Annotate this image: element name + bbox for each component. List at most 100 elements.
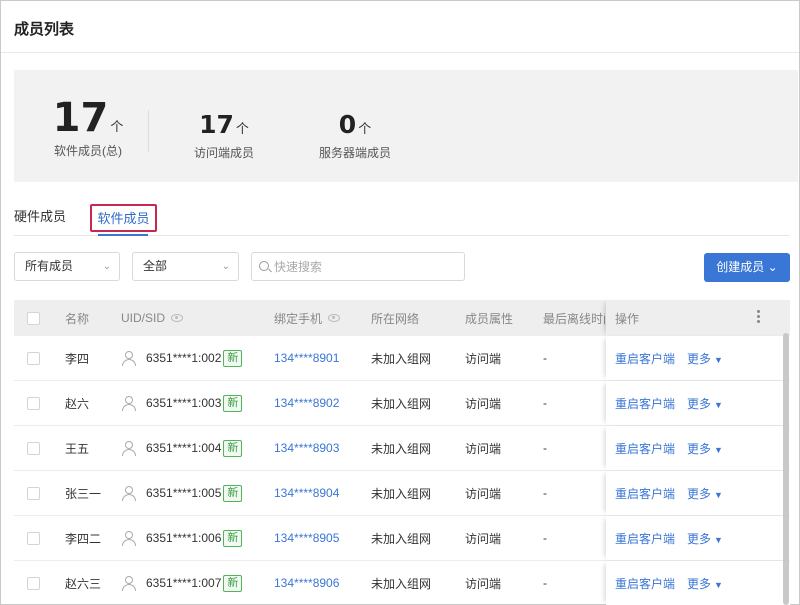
more-actions-dropdown[interactable]: 更多 ▼ bbox=[687, 485, 723, 502]
stat-total-label: 软件成员(总) bbox=[54, 144, 122, 158]
member-uid: 6351****1:007 bbox=[146, 576, 222, 590]
row-checkbox-cell bbox=[27, 561, 40, 605]
stat-access: 17 个 访问端成员 bbox=[184, 112, 264, 161]
row-checkbox[interactable] bbox=[27, 351, 40, 365]
more-actions-dropdown[interactable]: 更多 ▼ bbox=[687, 395, 723, 412]
table-row: 张三一 6351****1:005 新 134****8904 未加入组网 访问端 - 重启客… bbox=[14, 471, 790, 516]
member-attribute: 访问端 bbox=[465, 531, 502, 546]
row-checkbox[interactable] bbox=[27, 441, 40, 455]
new-badge: 新 bbox=[223, 394, 243, 412]
more-actions-dropdown[interactable]: 更多 ▼ bbox=[687, 575, 723, 592]
header-name: 名称 bbox=[65, 311, 90, 326]
restart-client-link[interactable]: 重启客户端 bbox=[615, 530, 675, 547]
status-select[interactable]: 全部 ⌄ bbox=[132, 252, 239, 281]
caret-down-icon: ▼ bbox=[714, 579, 723, 590]
tab-hardware-members[interactable]: 硬件成员 bbox=[14, 202, 66, 232]
member-network: 未加入组网 bbox=[371, 396, 432, 411]
create-member-button[interactable]: 创建成员 ⌄ bbox=[704, 253, 790, 282]
table-body: 李四 6351****1:002 新 134****8901 未加入组网 访问端 - 重启客户… bbox=[14, 336, 790, 605]
user-icon bbox=[122, 485, 136, 501]
caret-down-icon: ▼ bbox=[714, 489, 723, 500]
new-badge: 新 bbox=[223, 574, 243, 592]
member-last-offline: - bbox=[543, 396, 547, 410]
tab-software-members[interactable]: 软件成员 bbox=[90, 204, 157, 232]
member-last-offline: - bbox=[543, 351, 547, 365]
member-attribute: 访问端 bbox=[465, 576, 502, 591]
eye-icon[interactable] bbox=[171, 314, 184, 322]
new-badge: 新 bbox=[223, 484, 243, 502]
user-icon bbox=[122, 530, 136, 546]
stat-total-unit: 个 bbox=[110, 119, 124, 134]
title-divider bbox=[1, 52, 799, 53]
select-all-checkbox[interactable] bbox=[27, 311, 40, 325]
stat-divider bbox=[148, 110, 149, 152]
member-attribute: 访问端 bbox=[465, 441, 502, 456]
more-actions-dropdown[interactable]: 更多 ▼ bbox=[687, 530, 723, 547]
restart-client-link[interactable]: 重启客户端 bbox=[615, 350, 675, 367]
member-phone[interactable]: 134****8905 bbox=[274, 516, 339, 560]
member-phone[interactable]: 134****8902 bbox=[274, 381, 339, 425]
row-checkbox-cell bbox=[27, 381, 40, 425]
search-input[interactable] bbox=[274, 256, 454, 277]
member-network: 未加入组网 bbox=[371, 576, 432, 591]
member-uid-cell: 6351****1:005 新 bbox=[121, 471, 243, 515]
member-name: 李四二 bbox=[65, 531, 102, 546]
eye-icon[interactable] bbox=[328, 314, 341, 322]
member-last-offline: - bbox=[543, 531, 547, 545]
status-value: 全部 bbox=[143, 259, 168, 273]
member-phone[interactable]: 134****8903 bbox=[274, 426, 339, 470]
member-name: 张三一 bbox=[65, 486, 102, 501]
row-checkbox-cell bbox=[27, 516, 40, 560]
new-badge: 新 bbox=[223, 439, 243, 457]
header-checkbox-cell bbox=[27, 300, 40, 336]
restart-client-link[interactable]: 重启客户端 bbox=[615, 395, 675, 412]
search-box bbox=[251, 252, 465, 281]
member-uid: 6351****1:004 bbox=[146, 441, 222, 455]
member-uid-cell: 6351****1:006 新 bbox=[121, 516, 243, 560]
table-row: 赵六三 6351****1:007 新 134****8906 未加入组网 访问端 - 重启客… bbox=[14, 561, 790, 605]
active-tab-indicator bbox=[98, 234, 148, 236]
row-checkbox[interactable] bbox=[27, 576, 40, 590]
member-type-select[interactable]: 所有成员 ⌄ bbox=[14, 252, 120, 281]
restart-client-link[interactable]: 重启客户端 bbox=[615, 575, 675, 592]
member-attribute: 访问端 bbox=[465, 396, 502, 411]
caret-down-icon: ▼ bbox=[714, 444, 723, 455]
member-uid: 6351****1:002 bbox=[146, 351, 222, 365]
stat-server-label: 服务器端成员 bbox=[318, 146, 391, 160]
member-table: 名称 UID/SID 绑定手机 所在网络 成员属性 最后离线时间 操作 李四 63… bbox=[14, 300, 790, 605]
user-icon bbox=[122, 395, 136, 411]
header-uid: UID/SID bbox=[121, 300, 184, 336]
more-actions-label: 更多 bbox=[687, 531, 712, 546]
member-uid: 6351****1:005 bbox=[146, 486, 222, 500]
stat-access-unit: 个 bbox=[235, 121, 249, 136]
column-settings-icon[interactable] bbox=[757, 310, 760, 325]
member-last-offline: - bbox=[543, 486, 547, 500]
stat-access-label: 访问端成员 bbox=[193, 146, 254, 160]
caret-down-icon: ▼ bbox=[714, 534, 723, 545]
stat-server: 0 个 服务器端成员 bbox=[310, 112, 400, 161]
page-title: 成员列表 bbox=[14, 21, 75, 38]
more-actions-dropdown[interactable]: 更多 ▼ bbox=[687, 440, 723, 457]
restart-client-link[interactable]: 重启客户端 bbox=[615, 440, 675, 457]
chevron-down-icon: ⌄ bbox=[767, 260, 778, 274]
restart-client-link[interactable]: 重启客户端 bbox=[615, 485, 675, 502]
row-checkbox[interactable] bbox=[27, 396, 40, 410]
stat-total-count: 17 bbox=[52, 95, 109, 141]
member-phone[interactable]: 134****8904 bbox=[274, 471, 339, 515]
table-row: 王五 6351****1:004 新 134****8903 未加入组网 访问端 - 重启客户… bbox=[14, 426, 790, 471]
header-phone: 绑定手机 bbox=[274, 300, 341, 336]
stat-server-unit: 个 bbox=[358, 121, 372, 136]
member-phone[interactable]: 134****8901 bbox=[274, 336, 339, 380]
user-icon bbox=[122, 575, 136, 591]
scrollbar[interactable] bbox=[783, 333, 789, 605]
member-phone[interactable]: 134****8906 bbox=[274, 561, 339, 605]
more-actions-dropdown[interactable]: 更多 ▼ bbox=[687, 350, 723, 367]
header-actions: 操作 bbox=[606, 300, 790, 336]
new-badge: 新 bbox=[223, 529, 243, 547]
member-uid-cell: 6351****1:002 新 bbox=[121, 336, 243, 380]
row-checkbox[interactable] bbox=[27, 531, 40, 545]
chevron-down-icon: ⌄ bbox=[221, 261, 230, 272]
row-checkbox[interactable] bbox=[27, 486, 40, 500]
create-member-label: 创建成员 bbox=[716, 260, 765, 274]
row-actions: 重启客户端 更多 ▼ bbox=[606, 471, 790, 515]
